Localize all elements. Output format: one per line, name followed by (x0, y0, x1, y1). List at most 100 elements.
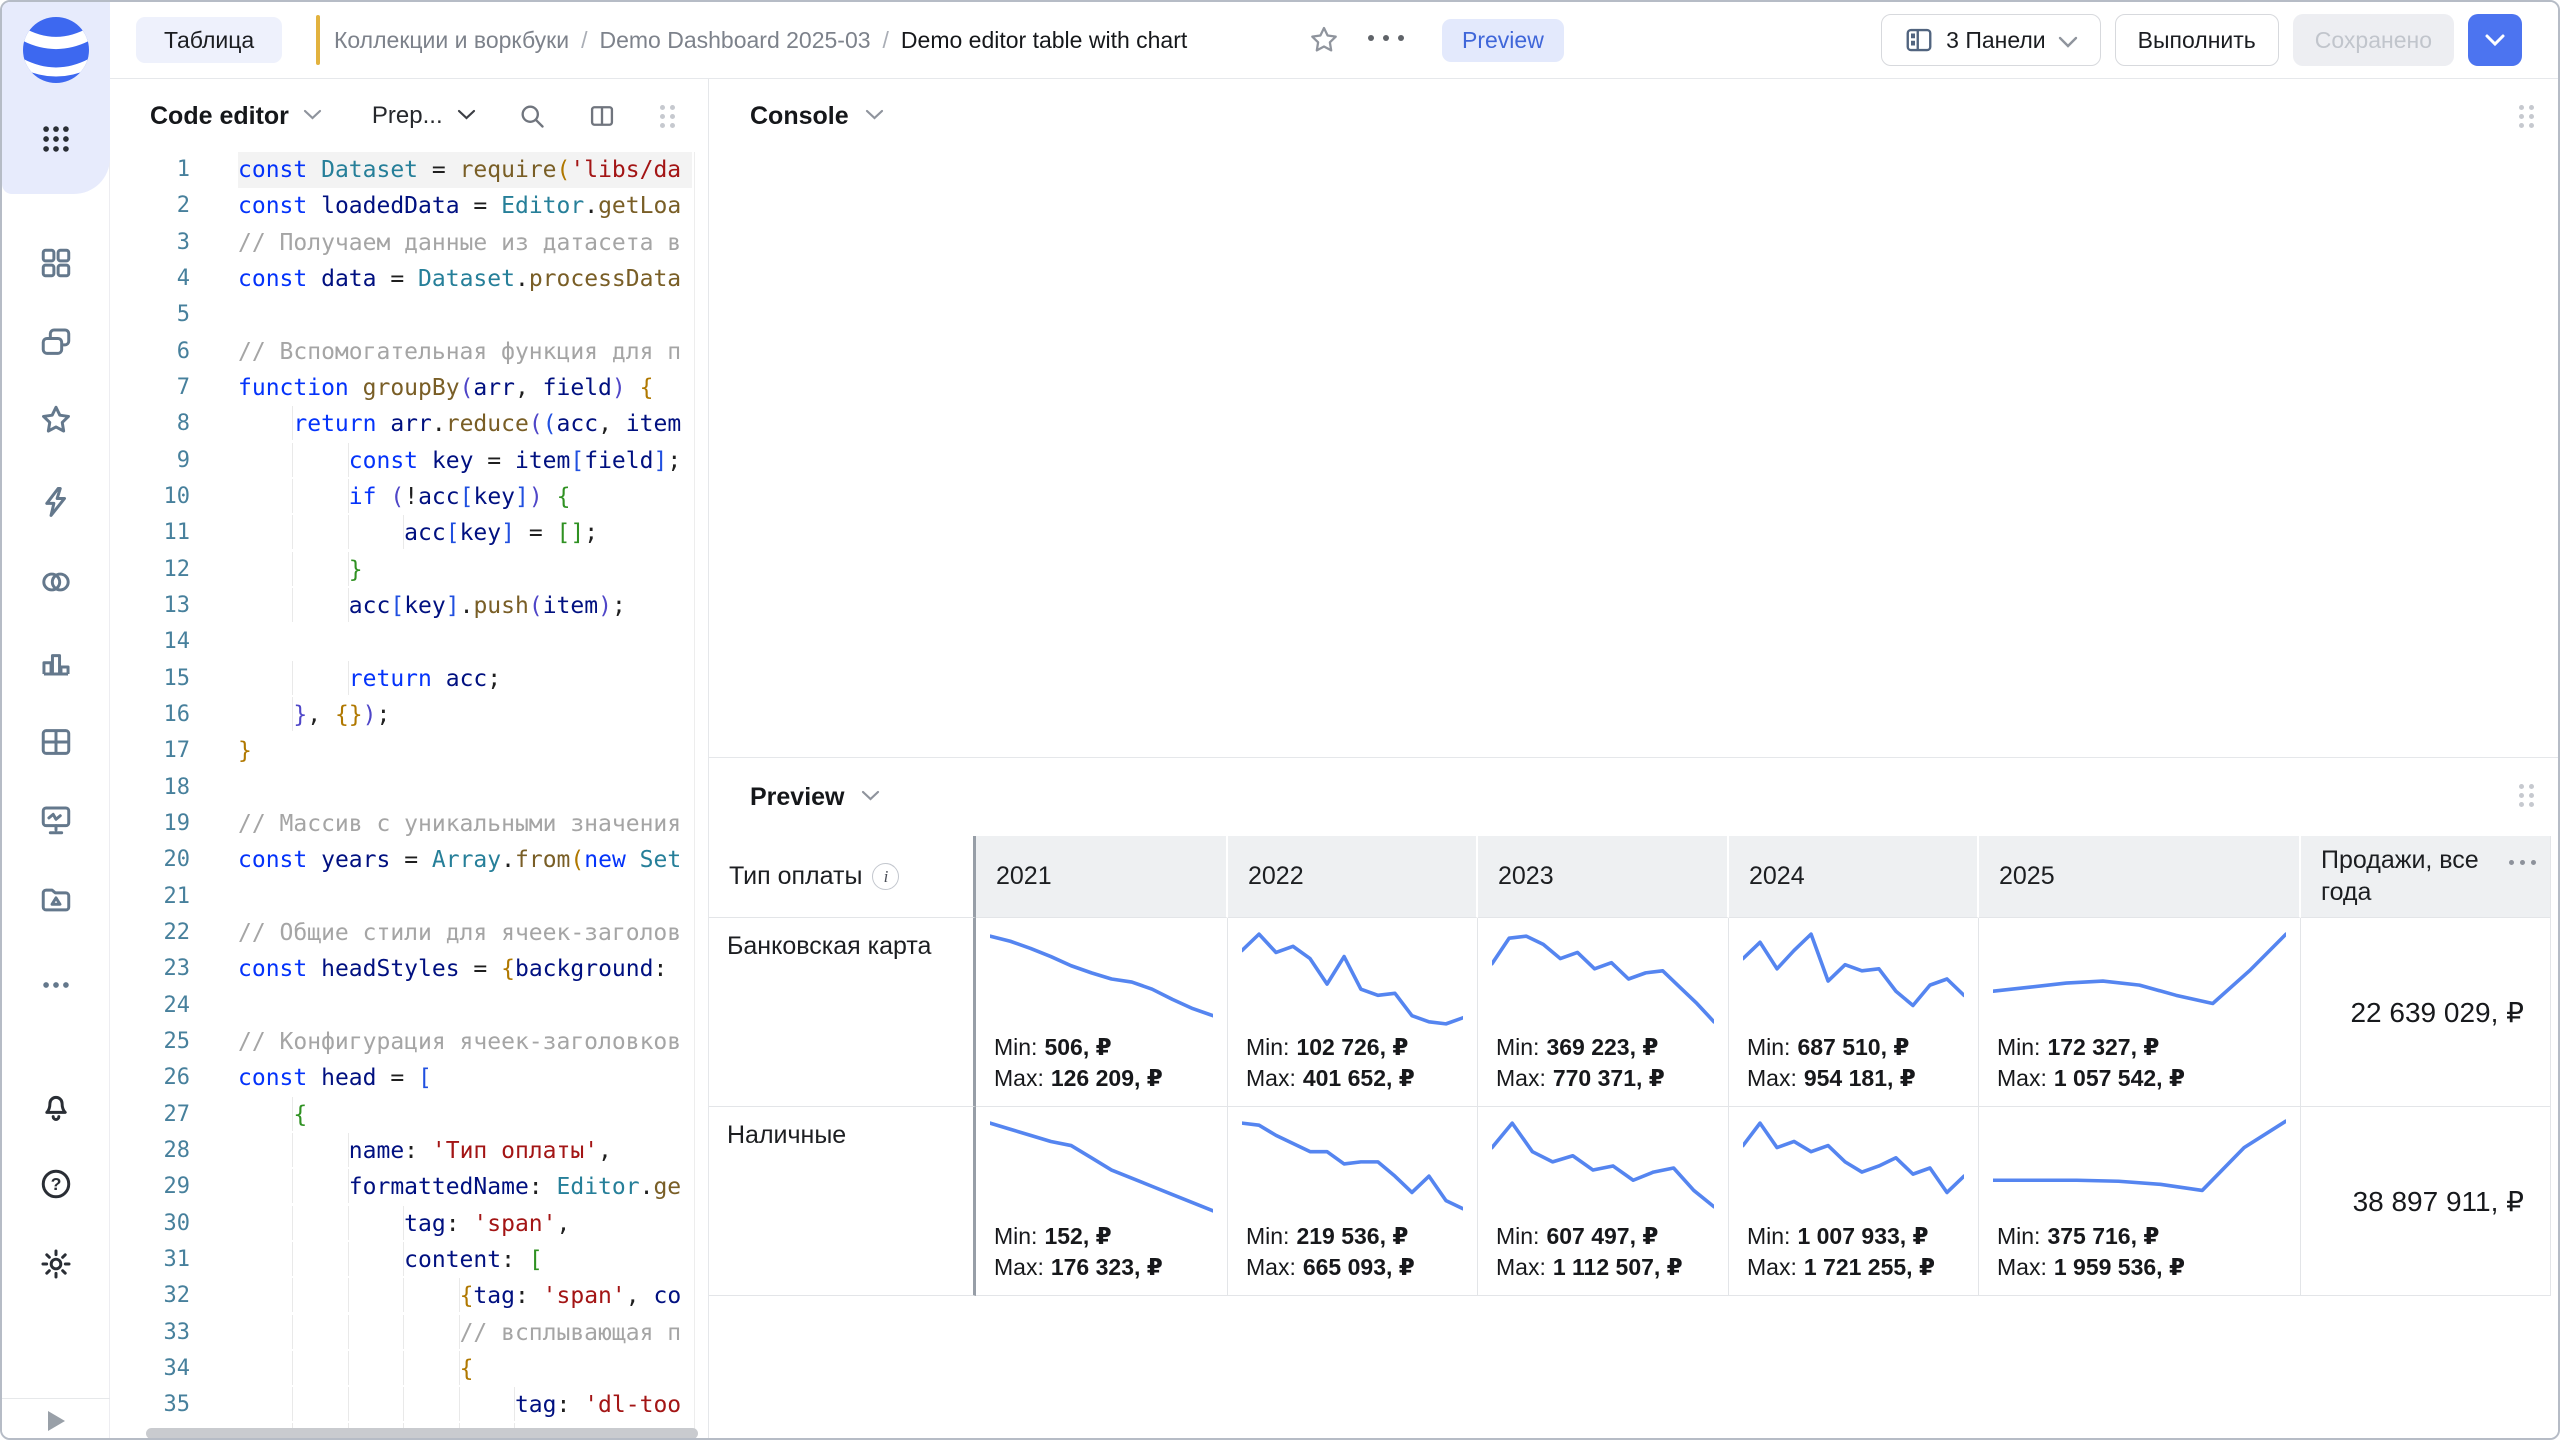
code-token: = (390, 847, 432, 873)
code-line[interactable]: 31content: [ (110, 1242, 708, 1278)
drag-handle[interactable] (660, 105, 675, 128)
star-icon[interactable] (1308, 24, 1340, 61)
save-menu-button[interactable] (2468, 14, 2522, 66)
code-line[interactable]: 15return acc; (110, 661, 708, 697)
code-line[interactable]: 21 (110, 879, 708, 915)
code-line[interactable]: 35tag: 'dl-too (110, 1387, 708, 1423)
datalens-logo[interactable] (22, 16, 90, 84)
monitoring-icon[interactable] (2, 803, 110, 837)
editor-mode-select[interactable]: Prep... (372, 102, 443, 130)
drag-handle[interactable] (2519, 784, 2534, 807)
header-label: 2024 (1749, 862, 1805, 891)
tab-table[interactable]: Таблица (136, 17, 282, 63)
code-line[interactable]: 3// Получаем данные из датасета в (110, 225, 708, 261)
collections-icon[interactable] (2, 325, 110, 359)
dashboards-icon[interactable] (2, 246, 110, 280)
code-line[interactable]: 22// Общие стили для ячеек-заголов (110, 915, 708, 951)
code-editor-header: Code editor Prep... (150, 79, 675, 153)
drag-handle[interactable] (2519, 105, 2534, 128)
code-line[interactable]: 11acc[key] = []; (110, 515, 708, 551)
code-line[interactable]: 13acc[key].push(item); (110, 588, 708, 624)
console-title[interactable]: Console (750, 102, 849, 131)
table-icon[interactable] (2, 725, 110, 759)
chevron-down-icon[interactable] (457, 107, 476, 125)
chevron-down-icon[interactable] (303, 107, 322, 125)
code-line[interactable]: 18 (110, 770, 708, 806)
code-line[interactable]: 1const Dataset = require('libs/da (110, 152, 708, 188)
breadcrumb-current: Demo editor table with chart (901, 27, 1187, 54)
line-number: 4 (110, 261, 190, 297)
help-icon[interactable]: ? (2, 1167, 110, 1201)
bar-chart-icon[interactable] (2, 645, 110, 679)
code-line[interactable]: 6// Вспомогательная функция для п (110, 334, 708, 370)
min-max-values: Min:152, ₽Max:176 323, ₽ (994, 1221, 1163, 1283)
min-label: Min: (1496, 1034, 1539, 1060)
panels-dropdown-button[interactable]: 3 Панели (1881, 14, 2101, 66)
code-token: key (432, 448, 474, 474)
preview-title[interactable]: Preview (750, 783, 845, 812)
notifications-bell-icon[interactable] (2, 1089, 110, 1123)
indent-guide (293, 1351, 348, 1385)
max-label: Max: (994, 1254, 1044, 1280)
column-menu-dots-icon[interactable] (2509, 860, 2536, 865)
more-dots-icon[interactable] (1368, 35, 1404, 41)
code-line[interactable]: 34{ (110, 1351, 708, 1387)
search-icon[interactable] (518, 102, 546, 130)
code-line[interactable]: 26const head = [ (110, 1060, 708, 1096)
code-line[interactable]: 32{tag: 'span', co (110, 1278, 708, 1314)
code-line[interactable]: 5 (110, 297, 708, 333)
code-line[interactable]: 9const key = item[field]; (110, 443, 708, 479)
code-line[interactable]: 28name: 'Тип оплаты', (110, 1133, 708, 1169)
code-line[interactable]: 20const years = Array.from(new Set (110, 842, 708, 878)
code-line[interactable]: 7function groupBy(arr, field) { (110, 370, 708, 406)
saved-button[interactable]: Сохранено (2293, 14, 2454, 66)
code-line[interactable]: 24 (110, 988, 708, 1024)
lightning-icon[interactable] (2, 485, 110, 519)
preview-badge[interactable]: Preview (1442, 19, 1564, 62)
code-text: if (!acc[key]) { (238, 479, 692, 515)
split-view-icon[interactable] (588, 102, 616, 130)
indent-guide (349, 1206, 404, 1240)
favorites-star-icon[interactable] (2, 403, 110, 437)
code-line[interactable]: 25// Конфигурация ячеек-заголовков (110, 1024, 708, 1060)
min-label: Min: (994, 1034, 1037, 1060)
code-line[interactable]: 10if (!acc[key]) { (110, 479, 708, 515)
code-line[interactable]: 16}, {}); (110, 697, 708, 733)
code-line[interactable]: 14 (110, 624, 708, 660)
sidebar-expand-button[interactable] (2, 1398, 110, 1440)
horizontal-scrollbar[interactable] (146, 1428, 698, 1439)
code-line[interactable]: 29formattedName: Editor.ge (110, 1169, 708, 1205)
breadcrumb-collections[interactable]: Коллекции и воркбуки (334, 27, 569, 54)
line-number: 20 (110, 842, 190, 878)
apps-grid-icon[interactable] (2, 122, 110, 156)
breadcrumb-workbook[interactable]: Demo Dashboard 2025-03 (599, 27, 870, 54)
info-icon[interactable]: i (872, 863, 899, 890)
storage-folder-icon[interactable] (2, 883, 110, 917)
code-line[interactable]: 4const data = Dataset.processData (110, 261, 708, 297)
code-token: { (557, 484, 571, 510)
min-max-values: Min:102 726, ₽Max:401 652, ₽ (1246, 1032, 1415, 1094)
code-line[interactable]: 12} (110, 552, 708, 588)
settings-gear-icon[interactable] (2, 1247, 110, 1281)
more-dots-icon[interactable] (2, 968, 110, 1002)
code-line[interactable]: 2const loadedData = Editor.getLoa (110, 188, 708, 224)
run-button[interactable]: Выполнить (2115, 14, 2279, 66)
chevron-down-icon[interactable] (861, 788, 880, 806)
code-line[interactable]: 30tag: 'span', (110, 1206, 708, 1242)
line-number: 12 (110, 552, 190, 588)
code-token: {} (335, 702, 363, 728)
code-line[interactable]: 17} (110, 733, 708, 769)
code-line[interactable]: 27{ (110, 1097, 708, 1133)
code-token: function (238, 375, 363, 401)
code-line[interactable]: 19// Массив с уникальными значения (110, 806, 708, 842)
line-number: 34 (110, 1351, 190, 1387)
linked-circles-icon[interactable] (2, 565, 110, 599)
chevron-down-icon[interactable] (865, 107, 884, 125)
code-token: background (515, 956, 653, 982)
code-line[interactable]: 23const headStyles = {background: (110, 951, 708, 987)
editor-title[interactable]: Code editor (150, 102, 289, 131)
code-token: . (640, 1174, 654, 1200)
code-line[interactable]: 8return arr.reduce((acc, item (110, 406, 708, 442)
code-line[interactable]: 33// всплывающая п (110, 1315, 708, 1351)
code-text: const key = item[field]; (238, 443, 692, 479)
